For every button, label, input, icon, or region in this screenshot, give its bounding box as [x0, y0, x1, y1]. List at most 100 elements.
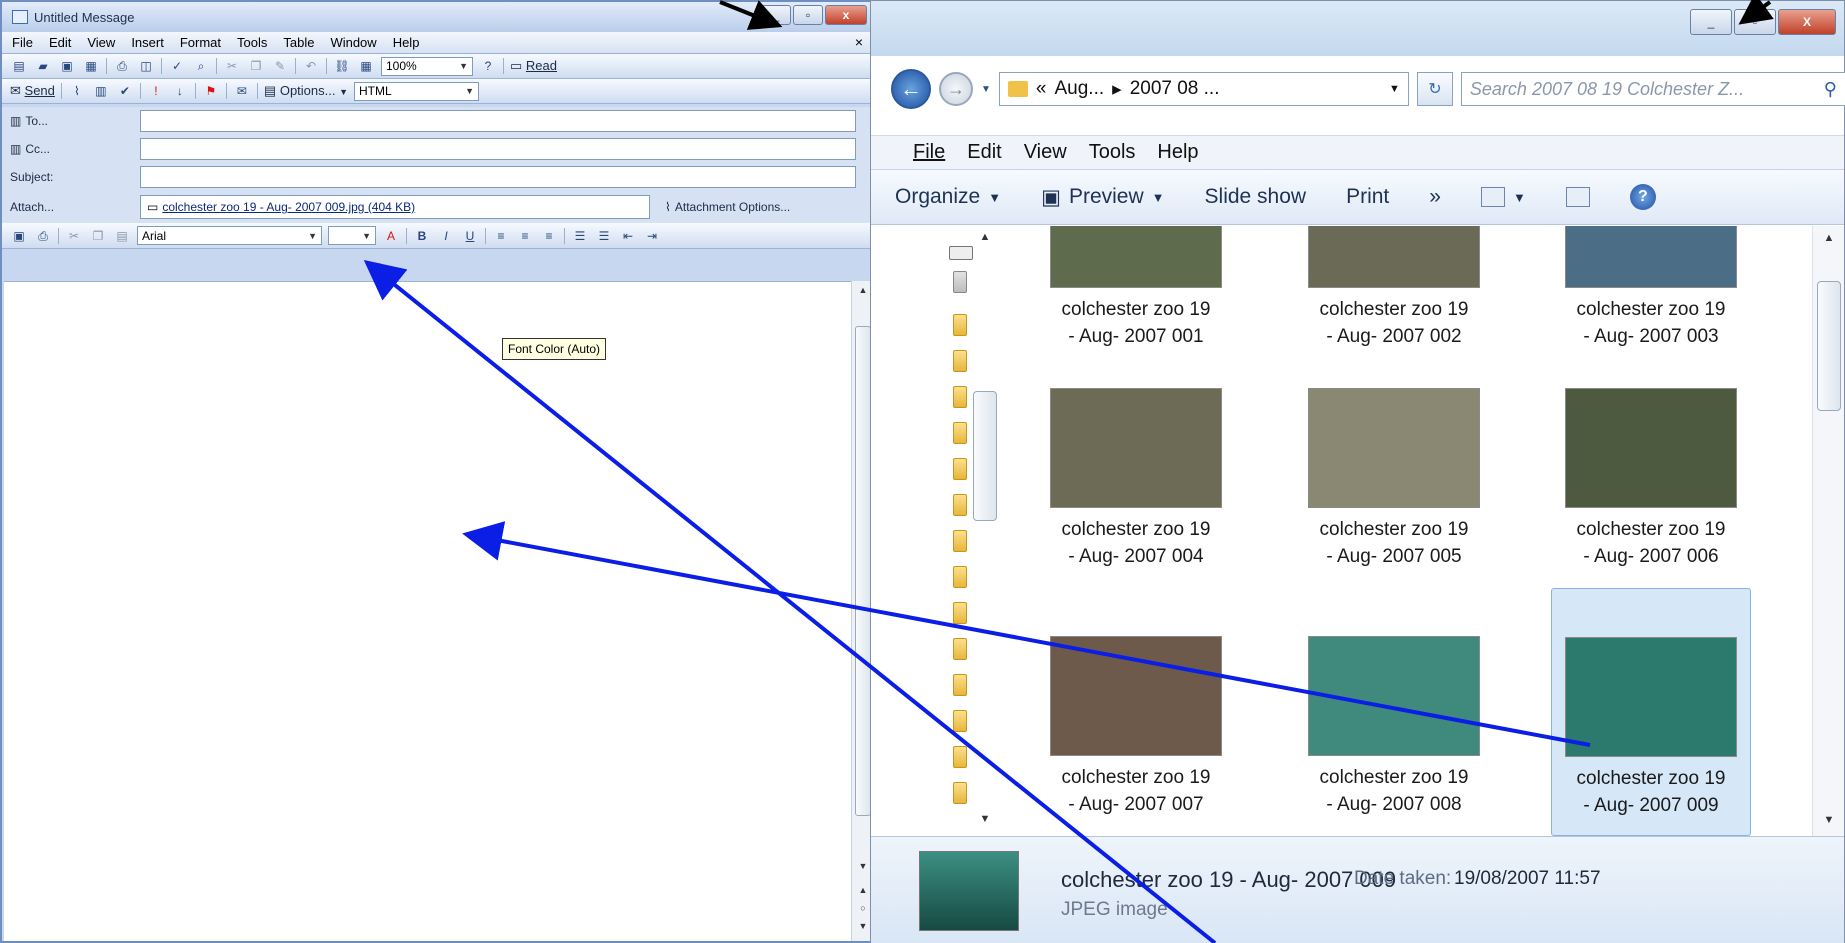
high-importance-icon[interactable]: !: [147, 83, 165, 99]
to-field[interactable]: [140, 110, 856, 132]
close-button[interactable]: X: [1778, 9, 1836, 35]
navigation-scrollbar[interactable]: ▲ ▼: [971, 231, 999, 831]
font-size-select[interactable]: ▼: [328, 226, 376, 245]
date-taken-value[interactable]: 19/08/2007 11:57: [1454, 868, 1601, 890]
outlook-title-bar[interactable]: Untitled Message _ ▫ x: [2, 2, 873, 32]
paste-icon[interactable]: ▤: [113, 228, 131, 244]
file-tile[interactable]: colchester zoo 19 - Aug- 2007 006: [1551, 388, 1751, 570]
folder-icon[interactable]: [953, 350, 967, 372]
folder-icon[interactable]: [953, 674, 967, 696]
address-bar[interactable]: « Aug... ▸ 2007 08 ... ▼: [998, 72, 1409, 106]
scroll-up-icon[interactable]: ▲: [971, 231, 999, 243]
back-button[interactable]: ←: [891, 69, 931, 109]
file-tile[interactable]: colchester zoo 19 - Aug- 2007 001: [1036, 226, 1236, 350]
folder-icon[interactable]: [953, 566, 967, 588]
print-button[interactable]: Print: [1346, 185, 1389, 209]
folder-icon[interactable]: [953, 386, 967, 408]
menu-insert[interactable]: Insert: [131, 35, 164, 50]
spelling-icon[interactable]: ✓: [168, 58, 186, 74]
organize-button[interactable]: Organize ▼: [895, 185, 1001, 209]
attachment-options-button[interactable]: ⌇ Attachment Options...: [665, 200, 790, 214]
breadcrumb-separator[interactable]: ▸: [1112, 78, 1122, 101]
breadcrumb-aug[interactable]: Aug...: [1054, 78, 1104, 100]
computer-icon[interactable]: [953, 271, 967, 293]
scroll-thumb[interactable]: [1817, 281, 1841, 411]
close-document-icon[interactable]: ×: [855, 34, 863, 50]
align-center-icon[interactable]: ≡: [516, 228, 534, 244]
forward-button[interactable]: →: [939, 72, 973, 106]
minimize-button[interactable]: _: [761, 5, 791, 25]
attachment-item[interactable]: colchester zoo 19 - Aug- 2007 009.jpg (4…: [162, 200, 415, 214]
breadcrumb-overflow[interactable]: «: [1036, 78, 1047, 100]
preview-pane-button[interactable]: [1565, 187, 1590, 207]
message-format-select[interactable]: HTML ▼: [354, 81, 480, 101]
help-icon[interactable]: ?: [479, 58, 497, 74]
slideshow-button[interactable]: Slide show: [1205, 185, 1307, 209]
permission-icon[interactable]: ▦: [82, 58, 100, 74]
menu-view[interactable]: View: [1024, 141, 1067, 164]
to-button[interactable]: ▥ To...: [10, 114, 140, 128]
address-book-icon[interactable]: ▥: [92, 83, 110, 99]
folder-icon[interactable]: [953, 314, 967, 336]
bold-icon[interactable]: B: [413, 228, 431, 244]
menu-view[interactable]: View: [87, 35, 115, 50]
search-input[interactable]: Search 2007 08 19 Colchester Z... ⚲: [1460, 72, 1845, 106]
zoom-select[interactable]: 100% ▼: [381, 56, 473, 76]
cc-field[interactable]: [140, 138, 856, 160]
increase-indent-icon[interactable]: ⇥: [643, 228, 661, 244]
help-icon[interactable]: ?: [1629, 184, 1656, 210]
file-tile[interactable]: colchester zoo 19 - Aug- 2007 004: [1036, 388, 1236, 570]
undo-icon[interactable]: ↶: [302, 58, 320, 74]
font-color-icon[interactable]: A: [382, 228, 400, 244]
attachment-field[interactable]: ▭ colchester zoo 19 - Aug- 2007 009.jpg …: [140, 195, 650, 219]
menu-help[interactable]: Help: [393, 35, 420, 50]
chevron-down-icon[interactable]: ▼: [1389, 83, 1400, 95]
print-preview-icon[interactable]: ◫: [137, 58, 155, 74]
open-icon[interactable]: ▰: [34, 58, 52, 74]
font-name-select[interactable]: Arial ▼: [137, 226, 322, 245]
copy-icon[interactable]: ❐: [89, 228, 107, 244]
more-commands-button[interactable]: »: [1429, 185, 1441, 209]
menu-edit[interactable]: Edit: [967, 141, 1001, 164]
print-icon[interactable]: ⎙: [34, 228, 52, 244]
file-tile-selected[interactable]: colchester zoo 19 - Aug- 2007 009: [1551, 588, 1751, 836]
folder-icon[interactable]: [953, 710, 967, 732]
options-button[interactable]: ▤ Options... ▼: [264, 83, 348, 99]
message-body[interactable]: [4, 281, 852, 941]
maximize-button[interactable]: ▫: [793, 5, 823, 25]
menu-file[interactable]: File: [913, 141, 945, 164]
folder-icon[interactable]: [953, 494, 967, 516]
folder-icon[interactable]: [953, 530, 967, 552]
drive-icon[interactable]: [949, 246, 973, 260]
subject-field[interactable]: [140, 166, 856, 188]
italic-icon[interactable]: I: [437, 228, 455, 244]
table-icon[interactable]: ▦: [357, 58, 375, 74]
hyperlink-icon[interactable]: ⛓: [333, 58, 351, 74]
folder-icon[interactable]: [953, 782, 967, 804]
format-painter-icon[interactable]: ✎: [271, 58, 289, 74]
views-button[interactable]: ▼: [1480, 187, 1526, 207]
minimize-button[interactable]: _: [1690, 9, 1732, 35]
scroll-thumb[interactable]: [855, 326, 871, 816]
scroll-down-icon[interactable]: ▼: [1813, 814, 1845, 826]
copy-icon[interactable]: ❐: [247, 58, 265, 74]
refresh-button[interactable]: ↻: [1416, 72, 1453, 106]
file-list-scrollbar[interactable]: ▲ ▼: [1812, 226, 1844, 836]
scroll-up-icon[interactable]: ▲: [1813, 232, 1845, 244]
numbering-icon[interactable]: ☰: [571, 228, 589, 244]
align-right-icon[interactable]: ≡: [540, 228, 558, 244]
folder-icon[interactable]: [953, 746, 967, 768]
folder-icon[interactable]: [953, 602, 967, 624]
flag-icon[interactable]: ⚑: [202, 83, 220, 99]
close-button[interactable]: x: [825, 5, 867, 25]
explorer-title-bar[interactable]: _ ▫ X: [871, 1, 1844, 56]
bullets-icon[interactable]: ☰: [595, 228, 613, 244]
decrease-indent-icon[interactable]: ⇤: [619, 228, 637, 244]
scroll-thumb[interactable]: [973, 391, 997, 521]
breadcrumb-current[interactable]: 2007 08 ...: [1130, 78, 1220, 100]
menu-tools[interactable]: Tools: [237, 35, 267, 50]
cc-button[interactable]: ▥ Cc...: [10, 142, 140, 156]
folder-icon[interactable]: [953, 422, 967, 444]
read-button[interactable]: ▭ Read: [510, 58, 557, 74]
cut-icon[interactable]: ✂: [65, 228, 83, 244]
